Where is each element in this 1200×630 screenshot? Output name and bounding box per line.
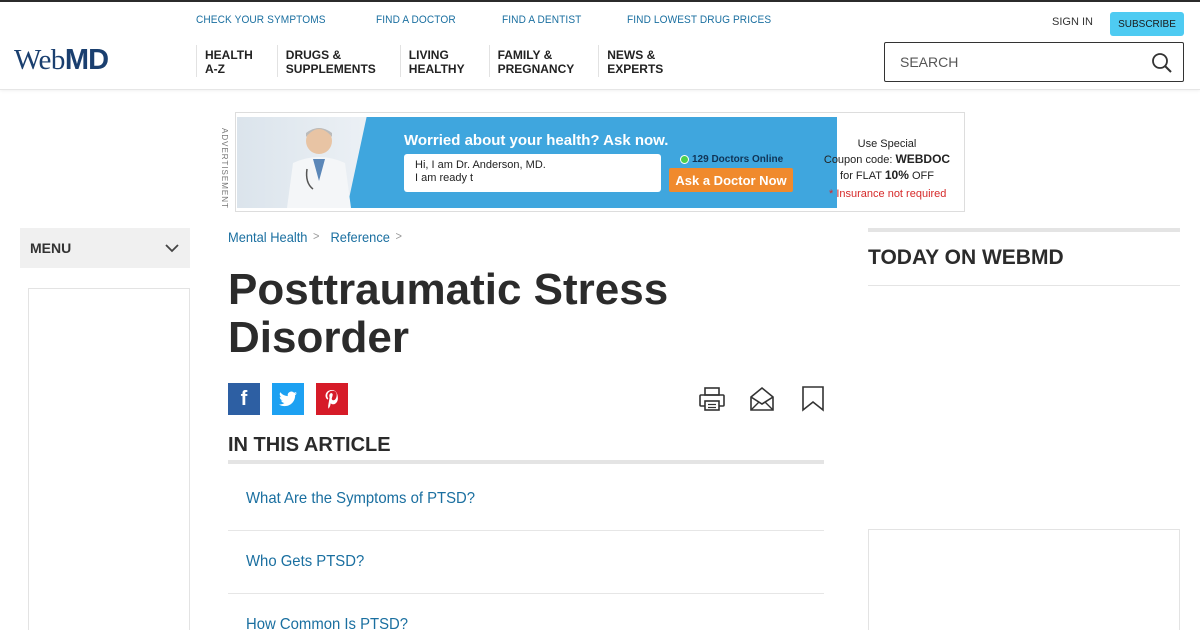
- find-dentist-link[interactable]: FIND A DENTIST: [502, 14, 581, 26]
- ad-coupon: Use Special Coupon code: WEBDOC for FLAT…: [823, 138, 951, 182]
- toc-item: How Common Is PTSD?: [228, 594, 824, 630]
- facebook-icon: f: [240, 387, 248, 410]
- online-dot-icon: [680, 155, 689, 164]
- breadcrumb-reference[interactable]: Reference: [330, 229, 389, 245]
- nav-family-pregnancy[interactable]: FAMILY & PREGNANCY: [488, 45, 599, 77]
- toc-link-symptoms[interactable]: What Are the Symptoms of PTSD?: [246, 490, 475, 508]
- chevron-right-icon: >: [312, 229, 320, 243]
- ad-insurance-note: * Insurance not required: [829, 188, 947, 200]
- ad-headline: Worried about your health? Ask now.: [404, 132, 669, 149]
- toc-item: What Are the Symptoms of PTSD?: [228, 468, 824, 531]
- pinterest-share-button[interactable]: [316, 383, 348, 415]
- twitter-icon: [279, 391, 297, 407]
- toc-item: Who Gets PTSD?: [228, 531, 824, 594]
- chevron-down-icon: [165, 244, 179, 253]
- search-input[interactable]: [900, 54, 1140, 70]
- utility-links: CHECK YOUR SYMPTOMS FIND A DOCTOR FIND A…: [196, 14, 784, 26]
- email-icon[interactable]: [748, 385, 776, 413]
- twitter-share-button[interactable]: [272, 383, 304, 415]
- ad-banner[interactable]: Worried about your health? Ask now. Hi, …: [235, 112, 965, 212]
- ad-label: ADVERTISEMENT: [220, 128, 229, 209]
- pinterest-icon: [325, 390, 338, 409]
- doctor-image: [287, 128, 351, 208]
- left-ad-slot: [28, 288, 190, 630]
- chevron-right-icon: >: [395, 229, 402, 243]
- print-icon[interactable]: [698, 385, 726, 413]
- divider: [228, 460, 824, 464]
- ad-chat-box: Hi, I am Dr. Anderson, MD. I am ready t: [404, 154, 661, 192]
- nav-news-experts[interactable]: NEWS & EXPERTS: [598, 45, 687, 77]
- drug-prices-link[interactable]: FIND LOWEST DRUG PRICES: [627, 14, 771, 26]
- breadcrumb: Mental Health > Reference >: [228, 229, 407, 245]
- in-this-article-heading: IN THIS ARTICLE: [228, 434, 391, 456]
- search-box: [884, 42, 1184, 82]
- sign-in-link[interactable]: SIGN IN: [1052, 16, 1093, 28]
- right-ad-slot: [868, 529, 1180, 630]
- bookmark-icon[interactable]: [799, 385, 827, 413]
- facebook-share-button[interactable]: f: [228, 383, 260, 415]
- site-header: WebMD CHECK YOUR SYMPTOMS FIND A DOCTOR …: [0, 0, 1200, 90]
- toc-link-who-gets[interactable]: Who Gets PTSD?: [246, 553, 364, 571]
- main-nav: HEALTH A-Z DRUGS & SUPPLEMENTS LIVING HEALT…: [196, 45, 687, 77]
- divider: [868, 285, 1180, 286]
- ad-chat-line2: I am ready t: [415, 172, 474, 184]
- ad-online-status: 129 Doctors Online: [680, 154, 783, 165]
- subscribe-button[interactable]: SUBSCRIBE: [1110, 12, 1184, 36]
- find-doctor-link[interactable]: FIND A DOCTOR: [376, 14, 456, 26]
- menu-toggle[interactable]: MENU: [20, 228, 190, 268]
- divider: [868, 228, 1180, 232]
- ask-doctor-button[interactable]: Ask a Doctor Now: [669, 168, 793, 192]
- search-icon[interactable]: [1151, 52, 1173, 74]
- check-symptoms-link[interactable]: CHECK YOUR SYMPTOMS: [196, 14, 326, 26]
- menu-label: MENU: [30, 240, 72, 256]
- nav-health-az[interactable]: HEALTH A-Z: [196, 45, 277, 77]
- nav-drugs-supplements[interactable]: DRUGS & SUPPLEMENTS: [276, 45, 400, 77]
- today-on-webmd-heading: TODAY ON WEBMD: [868, 246, 1064, 269]
- toc-link-how-common[interactable]: How Common Is PTSD?: [246, 616, 408, 630]
- ad-chat-line1: Hi, I am Dr. Anderson, MD.: [415, 159, 546, 171]
- nav-living-healthy[interactable]: LIVING HEALTHY: [399, 45, 489, 77]
- page-title: Posttraumatic Stress Disorder: [228, 265, 669, 362]
- breadcrumb-mental-health[interactable]: Mental Health: [228, 229, 307, 245]
- webmd-logo[interactable]: WebMD: [14, 44, 109, 77]
